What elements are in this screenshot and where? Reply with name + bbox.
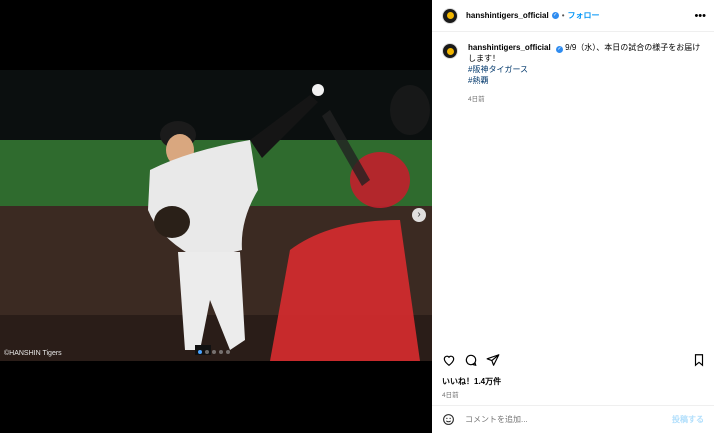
caption-time: 4日前: [468, 96, 485, 103]
comment-icon[interactable]: [464, 353, 478, 367]
carousel-dot: [205, 350, 209, 354]
media-viewer: ©HANSHIN Tigers ›: [0, 0, 432, 433]
carousel-dot: [198, 350, 202, 354]
next-media-button[interactable]: ›: [412, 208, 426, 222]
avatar[interactable]: [442, 43, 458, 59]
carousel-dot: [226, 350, 230, 354]
comment-bar: 投稿する: [432, 405, 714, 433]
bookmark-icon[interactable]: [692, 353, 706, 367]
post-side-panel: hanshintigers_official ✓ • フォロー ••• hans…: [432, 0, 714, 433]
photo-credit: ©HANSHIN Tigers: [4, 350, 62, 357]
post-comment-button[interactable]: 投稿する: [672, 414, 704, 425]
post-header: hanshintigers_official ✓ • フォロー •••: [432, 0, 714, 32]
post-caption: hanshintigers_official ✓ 9/9（水）、本日の試合の様子…: [442, 42, 704, 105]
carousel-dots: [198, 350, 230, 354]
carousel-dot: [212, 350, 216, 354]
post-photo[interactable]: [0, 70, 432, 361]
header-separator: •: [561, 11, 565, 20]
baseball-pitcher-photo: [0, 70, 432, 361]
verified-icon: ✓: [551, 12, 559, 19]
post-date: 4日前: [442, 392, 459, 399]
hashtag-link[interactable]: #熱覇: [468, 75, 704, 86]
follow-button[interactable]: フォロー: [568, 10, 600, 21]
carousel-dot: [219, 350, 223, 354]
share-icon[interactable]: [486, 353, 500, 367]
hashtag-link[interactable]: #阪神タイガース: [468, 64, 704, 75]
comment-input[interactable]: [463, 414, 672, 425]
chevron-right-icon: ›: [417, 209, 421, 220]
heart-icon[interactable]: [442, 353, 456, 367]
avatar[interactable]: [442, 7, 458, 24]
action-bar: [442, 352, 706, 368]
caption-username[interactable]: hanshintigers_official: [468, 43, 551, 52]
header-username[interactable]: hanshintigers_official: [466, 11, 549, 20]
more-horizontal-icon[interactable]: •••: [694, 10, 706, 22]
emoji-icon[interactable]: [442, 413, 455, 426]
like-count[interactable]: いいね！1.4万件: [442, 376, 501, 387]
caption-body: hanshintigers_official ✓ 9/9（水）、本日の試合の様子…: [468, 42, 704, 105]
verified-icon: ✓: [555, 46, 563, 53]
instagram-post-viewer: ©HANSHIN Tigers › hanshintigers_official…: [0, 0, 714, 433]
